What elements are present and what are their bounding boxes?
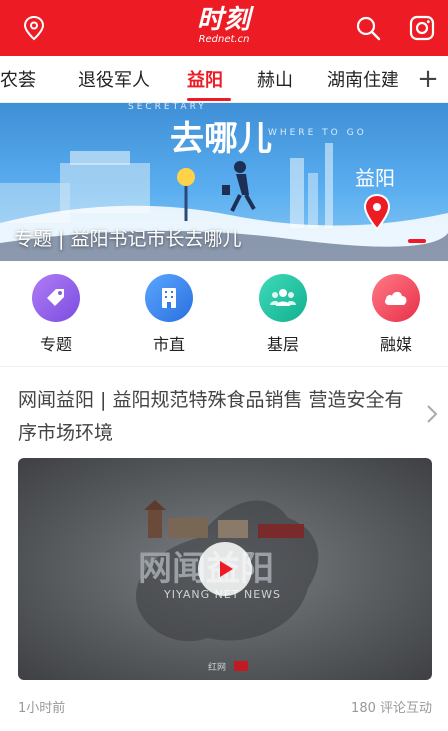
people-icon <box>259 274 307 322</box>
shortcut-jiceng[interactable]: 基层 <box>243 274 323 355</box>
channel-tabs: 湘农荟 退役军人 益阳 赫山 湖南住建 + <box>0 56 448 103</box>
shortcut-label: 融媒 <box>379 335 412 354</box>
shortcut-rongmei[interactable]: 融媒 <box>356 274 436 355</box>
shortcut-shizhi[interactable]: 市直 <box>129 274 209 355</box>
shortcut-grid: 专题 市直 基层 融媒 <box>0 262 448 366</box>
instagram-camera-icon[interactable] <box>406 12 438 44</box>
banner-art-en-right: WHERE TO GO <box>268 128 367 138</box>
tab-yiyang[interactable]: 益阳 <box>187 66 223 92</box>
tab-hunan-zhujian[interactable]: 湖南住建 <box>327 66 399 92</box>
top-bar: 时刻 Rednet.cn <box>0 0 448 56</box>
logo-text: 时刻 <box>196 5 251 35</box>
search-icon[interactable] <box>352 12 384 44</box>
article-comment-count[interactable]: 180 评论互动 <box>351 697 432 716</box>
shortcut-label: 市直 <box>152 335 185 354</box>
add-channel-button[interactable]: + <box>408 56 448 102</box>
play-button[interactable] <box>198 542 252 596</box>
location-pin-icon[interactable] <box>18 12 50 44</box>
active-tab-indicator <box>187 98 231 101</box>
video-thumbnail[interactable]: 网闻益阳 YIYANG NET NEWS 红网 <box>18 458 432 680</box>
shortcut-label: 基层 <box>266 335 299 354</box>
carousel-indicator <box>408 239 426 243</box>
plus-icon: + <box>417 64 439 94</box>
banner-caption[interactable]: 专题 | 益阳书记市长去哪儿 <box>14 224 241 251</box>
banner-art-title: 去哪儿 <box>170 119 272 159</box>
tab-tuiyijunren[interactable]: 退役军人 <box>78 66 150 92</box>
banner-art-place: 益阳 <box>355 166 395 190</box>
featured-banner[interactable]: 去哪儿 SECRETARY WHERE TO GO 益阳 专题 | 益阳书记市长… <box>0 103 448 261</box>
shortcut-label: 专题 <box>39 335 72 354</box>
chevron-right-icon[interactable] <box>426 404 438 428</box>
article-time: 1小时前 <box>18 701 66 716</box>
video-watermark: 红网 <box>208 661 226 673</box>
article-title[interactable]: 网闻益阳 | 益阳规范特殊食品销售 营造安全有序市场环境 <box>18 384 414 450</box>
shortcut-zhuanti[interactable]: 专题 <box>16 274 96 355</box>
banner-art-en-left: SECRETARY <box>128 103 207 112</box>
cloud-icon <box>372 274 420 322</box>
tab-heshan[interactable]: 赫山 <box>257 66 293 92</box>
logo-subtext: Rednet.cn <box>198 34 250 45</box>
tag-icon <box>32 274 80 322</box>
play-icon <box>220 561 233 577</box>
news-article-card[interactable]: 网闻益阳 | 益阳规范特殊食品销售 营造安全有序市场环境 网闻益阳 YIYANG… <box>0 368 448 731</box>
app-logo[interactable]: 时刻 Rednet.cn <box>174 6 274 46</box>
building-icon <box>145 274 193 322</box>
tab-xiangnonghui[interactable]: 湘农荟 <box>0 66 36 92</box>
section-divider <box>0 366 448 367</box>
